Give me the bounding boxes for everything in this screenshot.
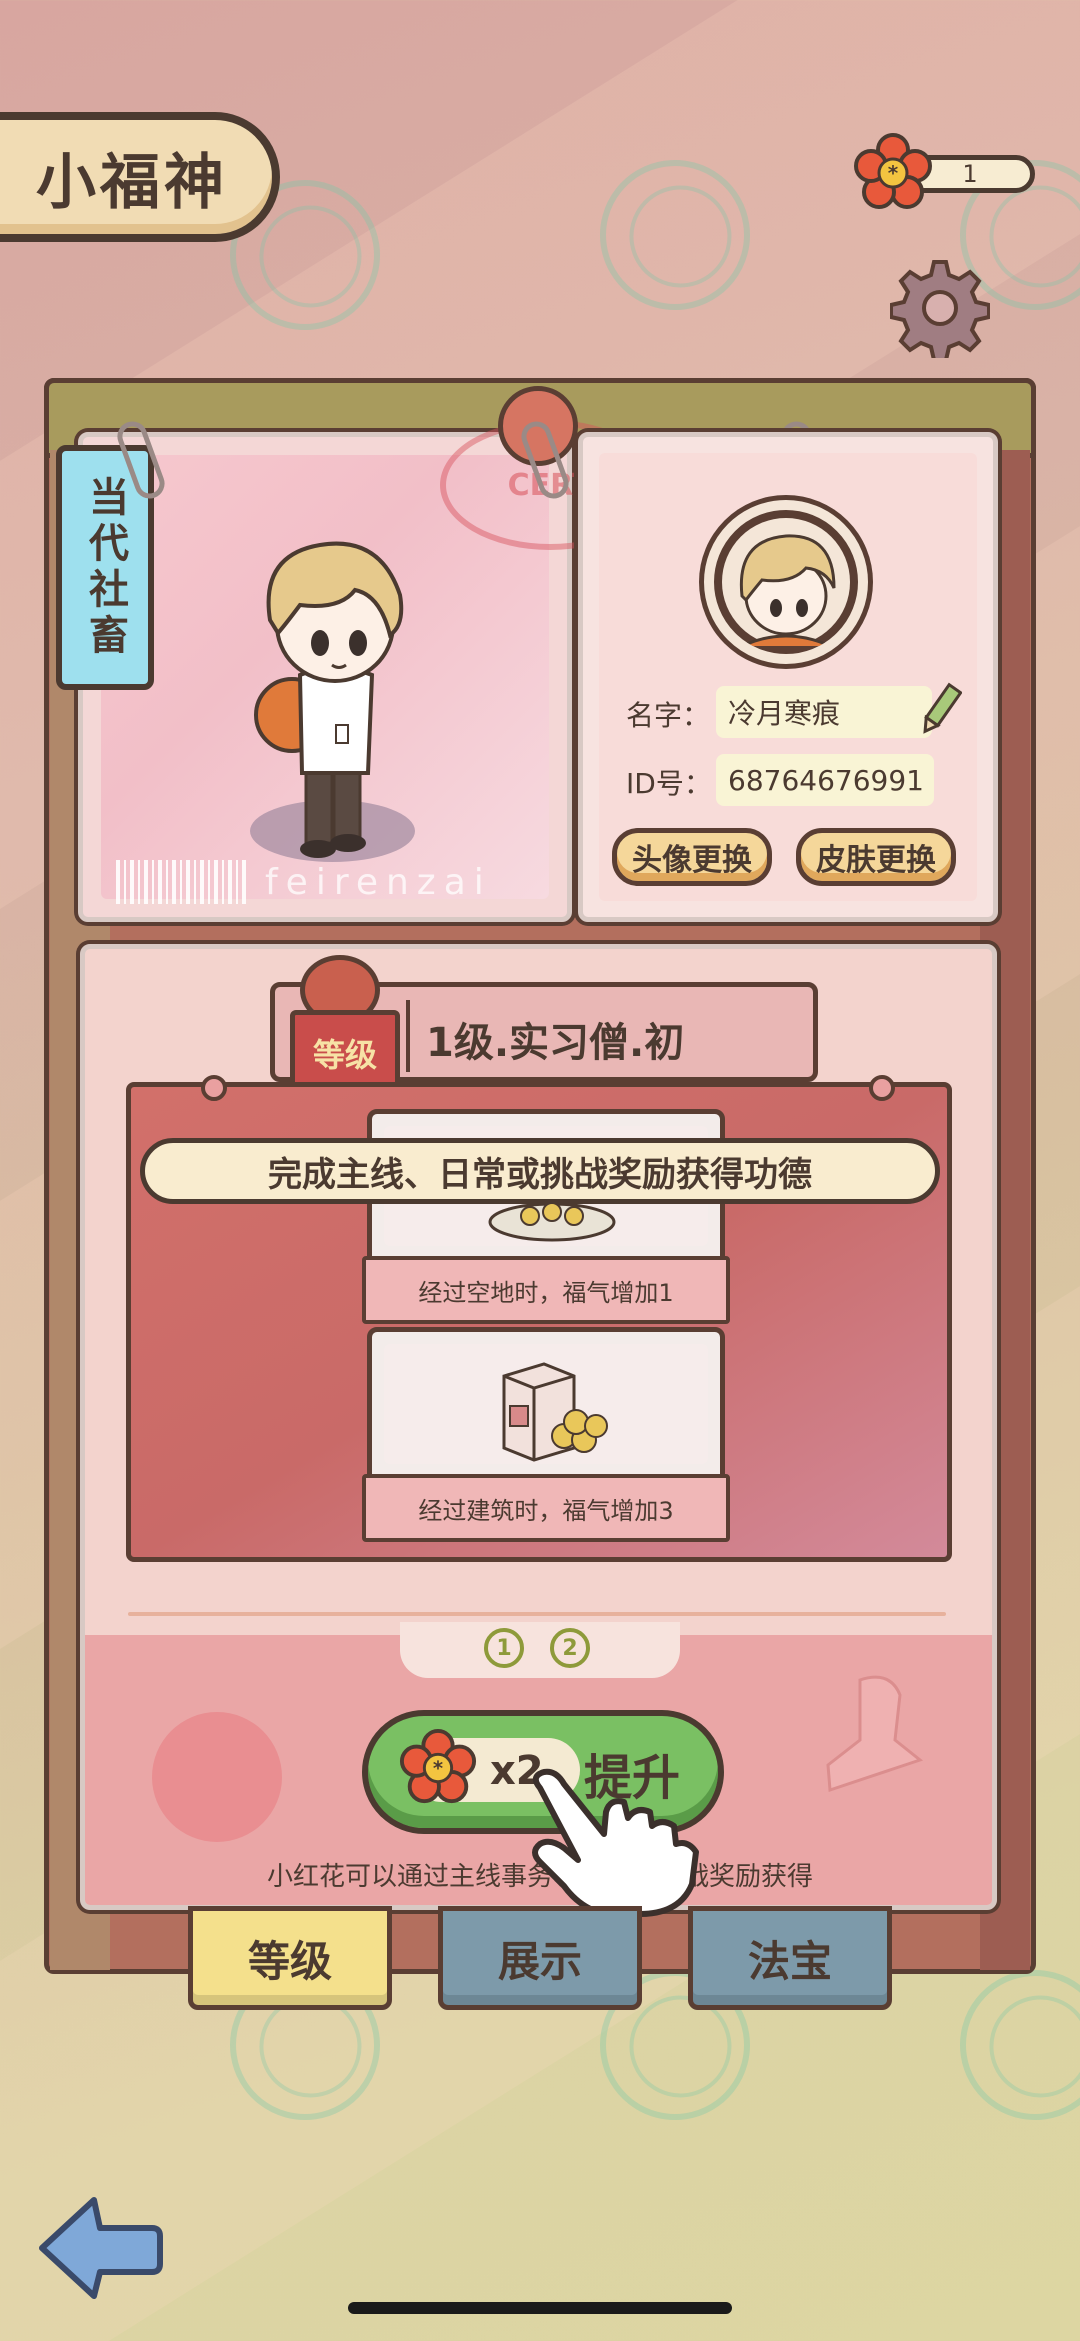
page-title: 小福神 [36,147,228,218]
back-arrow-icon[interactable] [34,2192,164,2302]
tab-level[interactable]: 等级 [188,1906,392,2010]
currency-count: 1 [962,160,978,188]
rubber-stamp-decoration [790,1670,950,1820]
wax-seal-decoration [152,1712,282,1842]
svg-text:*: * [888,161,899,185]
red-flower-icon: * [398,1728,478,1808]
change-skin-button[interactable]: 皮肤更换 [796,828,956,886]
level-title: 1级.实习僧.初 [426,1020,685,1066]
reward-caption: 经过建筑时，福气增加3 [362,1474,730,1542]
gear-icon[interactable] [889,258,991,362]
svg-text:*: * [433,1757,443,1780]
reward-caption: 经过空地时，福气增加1 [362,1256,730,1324]
red-flower-icon: * [852,132,934,214]
edit-pencil-icon[interactable] [918,680,963,740]
avatar [704,500,868,664]
page-dot-2[interactable]: 2 [550,1628,590,1668]
tab-display[interactable]: 展示 [438,1906,642,2010]
id-label: ID号： [626,767,712,800]
pagination: 1 2 [400,1622,680,1678]
change-avatar-button[interactable]: 头像更换 [612,828,772,886]
level-divider [406,1000,410,1072]
tab-treasure[interactable]: 法宝 [688,1906,892,2010]
barcode [116,860,248,904]
tip-banner: 完成主线、日常或挑战奖励获得功德 [140,1138,940,1204]
name-field: 冷月寒痕 [716,686,932,738]
tutorial-hand-icon [520,1768,710,1918]
page-dot-1[interactable]: 1 [484,1628,524,1668]
title-banner: 小福神 [0,112,280,242]
feirenzai-watermark: feirenzai [265,862,492,903]
name-label: 名字： [626,699,711,732]
reward-card-building: 经过建筑时，福气增加3 [362,1327,730,1542]
id-field: 68764676991 [716,754,934,806]
separator [128,1612,946,1616]
character-figure [240,515,430,865]
home-indicator [348,2302,732,2314]
